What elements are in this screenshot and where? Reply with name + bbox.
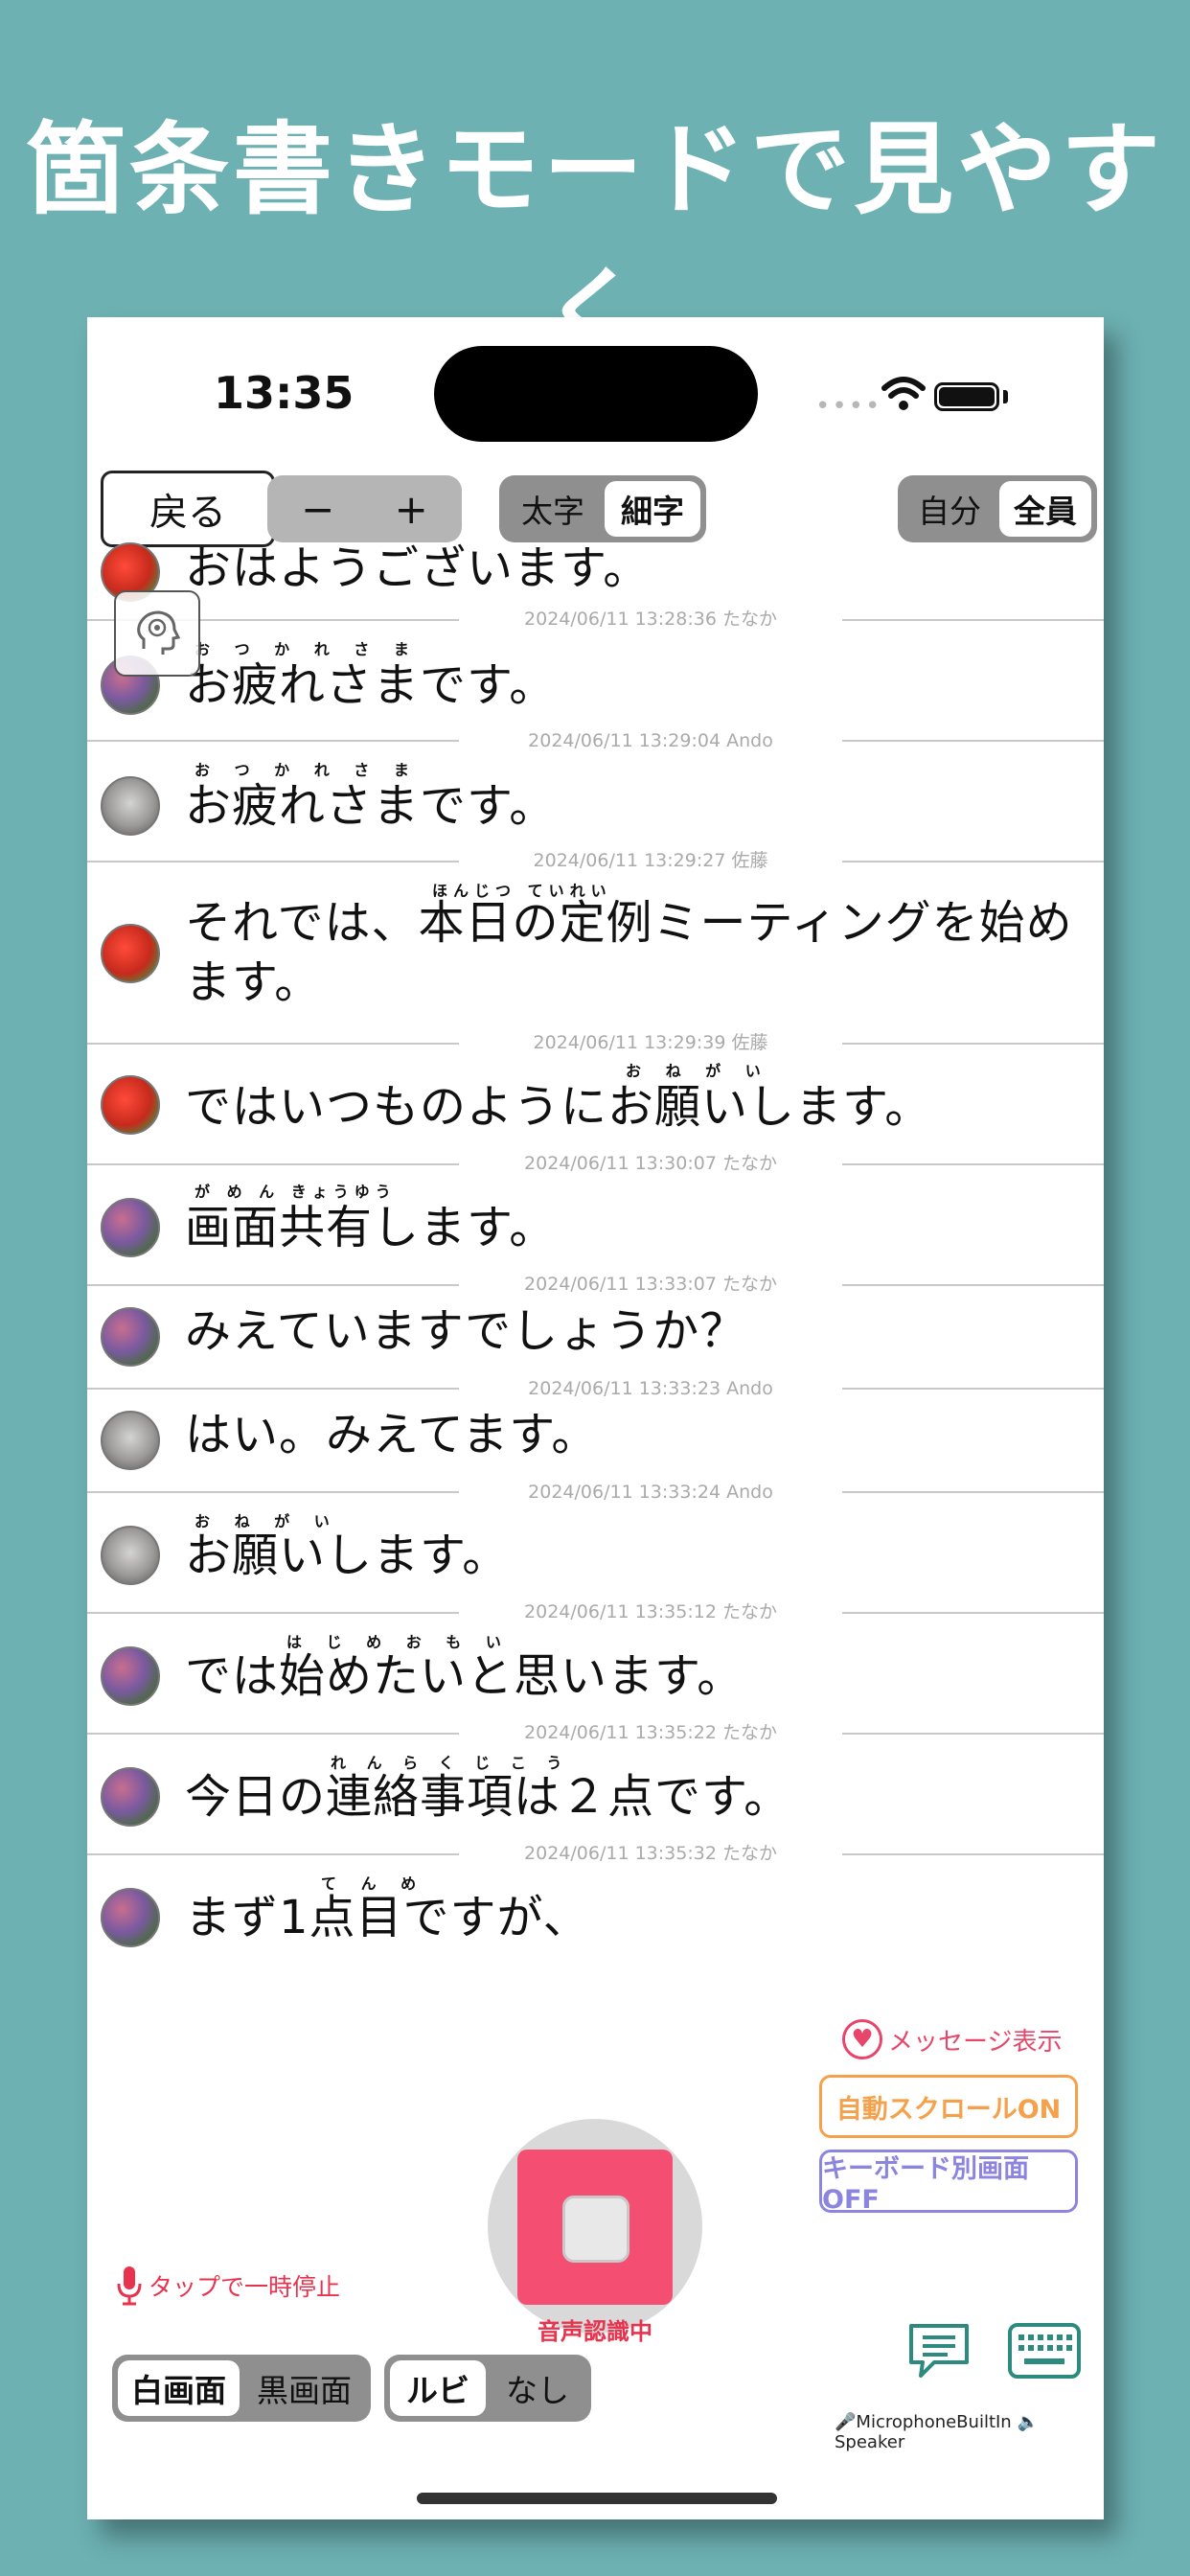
message-row[interactable]: お ね が い お願いします。 2024/06/11 13:35:12 たなか <box>87 1493 1104 1623</box>
message-text: ではいつものようにお願いします。 <box>185 1080 932 1134</box>
message-text: お疲れさまです。 <box>185 658 557 712</box>
message-meta: 2024/06/11 13:30:07 たなか <box>459 1149 842 1175</box>
message-text: はい。みえてます。 <box>185 1408 599 1461</box>
message-meta: 2024/06/11 13:33:07 たなか <box>459 1270 842 1296</box>
filter-all-option[interactable]: 全員 <box>999 481 1091 537</box>
message-meta: 2024/06/11 13:29:27 佐藤 <box>459 846 842 872</box>
message-meta: 2024/06/11 13:35:32 たなか <box>459 1839 842 1865</box>
message-text: お願いします。 <box>185 1529 510 1582</box>
message-row[interactable]: は じ め お も い では始めたいと思います。 2024/06/11 13:3… <box>87 1614 1104 1744</box>
message-row[interactable]: が め ん きょうゆう 画面共有します。 2024/06/11 13:33:07… <box>87 1165 1104 1296</box>
chat-icon[interactable] <box>905 2320 973 2383</box>
avatar <box>101 1411 160 1470</box>
heart-icon: ♥ <box>842 2019 882 2059</box>
font-increase-button[interactable]: + <box>367 481 457 537</box>
message-text: まず1点目ですが、 <box>185 1891 590 1944</box>
ruby-off-option[interactable]: なし <box>490 2360 585 2416</box>
black-screen-option[interactable]: 黒画面 <box>243 2360 365 2416</box>
avatar <box>101 1888 160 1947</box>
screen-color-toggle: 白画面 黒画面 <box>112 2355 371 2422</box>
cellular-signal-icon: •••• <box>815 392 882 421</box>
microphone-icon <box>117 2266 142 2306</box>
phone-screen: 13:35 •••• 戻る − + 太字 細字 自分 全員 おはようございます。… <box>87 317 1104 2519</box>
wifi-icon <box>881 377 926 410</box>
message-row[interactable]: お ね が い ではいつものようにお願いします。 2024/06/11 13:3… <box>87 1045 1104 1175</box>
audio-route-label: 🎤MicrophoneBuiltIn 🔈Speaker <box>835 2412 1039 2452</box>
home-indicator <box>417 2493 777 2504</box>
message-text: お疲れさまです。 <box>185 779 557 833</box>
message-display-label: メッセージ表示 <box>888 2027 1063 2057</box>
message-list: おはようございます。 2024/06/11 13:28:36 たなか お つ か… <box>87 541 1104 1961</box>
stop-square-icon <box>562 2196 629 2263</box>
message-row[interactable]: おはようございます。 2024/06/11 13:28:36 たなか <box>87 541 1104 631</box>
message-row[interactable]: お つ か れ さ ま お疲れさまです。 2024/06/11 13:29:27… <box>87 742 1104 872</box>
battery-nub <box>1003 390 1008 403</box>
avatar <box>101 1526 160 1585</box>
message-meta: 2024/06/11 13:33:24 Ando <box>459 1482 842 1503</box>
keyboard-icon[interactable] <box>1007 2322 1082 2380</box>
avatar <box>101 1646 160 1706</box>
thin-option[interactable]: 細字 <box>605 481 700 537</box>
font-size-stepper: − + <box>267 475 462 542</box>
message-text: みえていますでしょうか？ <box>185 1304 747 1358</box>
message-meta: 2024/06/11 13:29:39 佐藤 <box>459 1028 842 1054</box>
ruby-on-option[interactable]: ルビ <box>390 2360 486 2416</box>
message-meta: 2024/06/11 13:35:22 たなか <box>459 1718 842 1744</box>
ai-brain-icon[interactable] <box>114 590 200 677</box>
filter-me-option[interactable]: 自分 <box>904 481 995 537</box>
speaker-filter-toggle: 自分 全員 <box>898 475 1097 542</box>
status-icons: •••• <box>815 375 1017 421</box>
battery-icon <box>934 382 999 411</box>
message-meta: 2024/06/11 13:33:23 Ando <box>459 1378 842 1399</box>
message-text: 今日の連絡事項は２点です。 <box>185 1770 791 1824</box>
message-text: おはようございます。 <box>185 541 651 595</box>
message-row[interactable]: ほんじつ ていれい それでは、本日の定例ミーティングを始めます。 2024/06… <box>87 862 1104 1054</box>
message-row[interactable]: みえていますでしょうか？ 2024/06/11 13:33:23 Ando <box>87 1286 1104 1399</box>
font-weight-toggle: 太字 細字 <box>499 475 706 542</box>
keyboard-screen-button[interactable]: キーボード別画面OFF <box>819 2150 1078 2215</box>
bold-option[interactable]: 太字 <box>505 481 601 537</box>
dynamic-island <box>434 346 758 442</box>
ruby-toggle: ルビ なし <box>384 2355 591 2422</box>
font-decrease-button[interactable]: − <box>273 481 363 537</box>
pause-hint[interactable]: タップで一時停止 <box>116 2265 340 2307</box>
recording-status: 音声認識中 <box>538 2318 652 2345</box>
avatar <box>101 776 160 836</box>
message-row[interactable]: お つ か れ さ ま お疲れさまです。 2024/06/11 13:29:04… <box>87 621 1104 751</box>
message-display-toggle[interactable]: ♥ メッセージ表示 <box>842 2019 1062 2059</box>
message-row[interactable]: れ ん ら く じ こ う 今日の連絡事項は２点です。 2024/06/11 1… <box>87 1735 1104 1865</box>
avatar <box>101 1198 160 1257</box>
back-button[interactable]: 戻る <box>101 471 275 547</box>
pause-hint-label: タップで一時停止 <box>149 2273 341 2301</box>
message-text: では始めたいと思います。 <box>185 1649 744 1703</box>
message-text: 画面共有します。 <box>185 1201 557 1254</box>
message-meta: 2024/06/11 13:35:12 たなか <box>459 1598 842 1623</box>
avatar <box>101 1307 160 1367</box>
white-screen-option[interactable]: 白画面 <box>118 2360 240 2416</box>
message-text: それでは、本日の定例ミーティングを始めます。 <box>185 896 1073 1009</box>
message-row[interactable]: て ん め まず1点目ですが、 <box>87 1855 1104 1961</box>
autoscroll-button[interactable]: 自動スクロールON <box>819 2075 1078 2138</box>
message-meta: 2024/06/11 13:28:36 たなか <box>459 605 842 631</box>
status-time: 13:35 <box>214 367 355 419</box>
avatar <box>101 1075 160 1135</box>
message-meta: 2024/06/11 13:29:04 Ando <box>459 730 842 751</box>
avatar <box>101 1767 160 1827</box>
message-row[interactable]: はい。みえてます。 2024/06/11 13:33:24 Ando <box>87 1390 1104 1503</box>
avatar <box>101 924 160 983</box>
